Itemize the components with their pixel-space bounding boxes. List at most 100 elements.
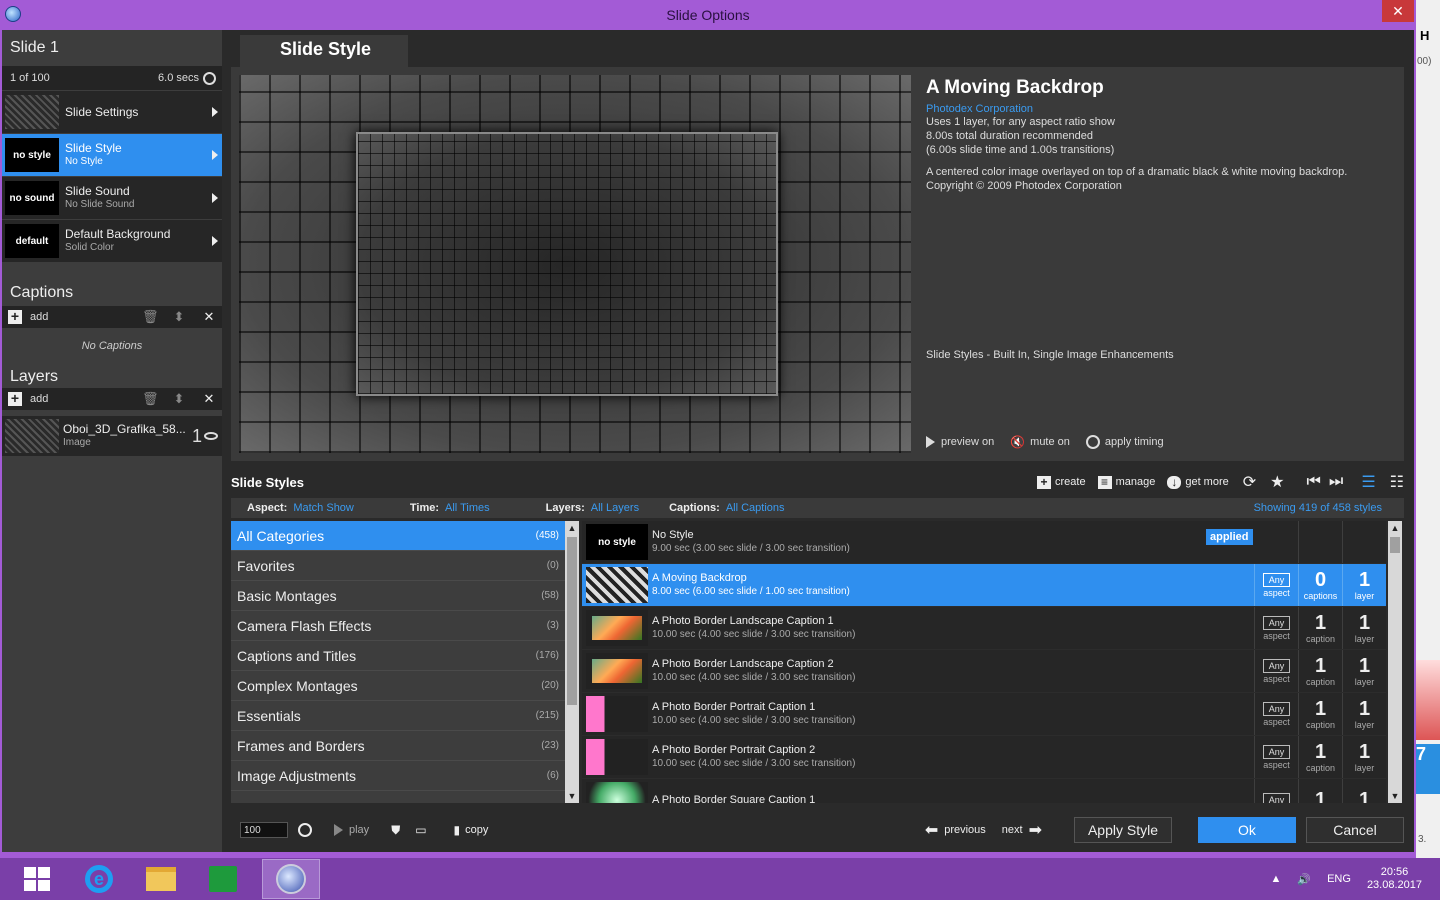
time-filter-value: All Times — [445, 502, 490, 514]
tools-icon[interactable]: ✕ — [202, 310, 216, 324]
category-list: All Categories (458) Favorites (0) Basic M… — [231, 521, 565, 803]
tools-icon[interactable]: ✕ — [202, 392, 216, 406]
ok-button[interactable]: Ok — [1198, 817, 1296, 843]
style-row-name: A Photo Border Portrait Caption 2 — [652, 744, 816, 756]
captions-filter-label: Captions: — [669, 502, 720, 514]
refresh-icon[interactable]: ⟳ — [1243, 472, 1256, 492]
play-button[interactable]: play — [334, 824, 369, 836]
bottom-bar: play ⛊ ▭ ▮ copy ⬅ previous next ➡ Apply … — [224, 812, 1414, 848]
tab-slide-style[interactable]: Slide Style — [240, 35, 408, 67]
chevron-right-icon — [212, 107, 218, 117]
list-view-icon[interactable]: ☷ — [1390, 472, 1404, 492]
category-item[interactable]: Essentials (215) — [231, 701, 565, 731]
captions-label: caption — [1305, 676, 1336, 687]
category-item[interactable]: Frames and Borders (23) — [231, 731, 565, 761]
style-row[interactable]: A Photo Border Landscape Caption 1 10.00… — [582, 607, 1386, 649]
shield-icon[interactable]: ⛊ — [391, 823, 405, 838]
file-explorer-button[interactable] — [136, 859, 186, 899]
apply-style-button[interactable]: Apply Style — [1074, 817, 1172, 843]
detail-view-icon[interactable]: ☰ — [1361, 472, 1375, 492]
slide-sound-row[interactable]: no sound Slide Sound No Slide Sound — [2, 177, 222, 219]
style-row[interactable]: A Photo Border Portrait Caption 2 10.00 … — [582, 736, 1386, 778]
slide-style-row[interactable]: no style Slide Style No Style — [2, 134, 222, 176]
mute-toggle[interactable]: 🔇 mute on — [1010, 435, 1070, 449]
chevron-up-icon[interactable]: ▲ — [1271, 873, 1282, 885]
previous-label: previous — [944, 824, 986, 836]
clock[interactable]: 20:56 23.08.2017 — [1367, 866, 1422, 892]
photodex-icon — [276, 864, 306, 894]
language-indicator[interactable]: ENG — [1327, 873, 1351, 885]
start-button[interactable] — [12, 859, 62, 899]
styles-scrollbar[interactable]: ▲ ▼ — [1388, 521, 1402, 803]
manage-styles-button[interactable]: ≡ manage — [1097, 475, 1155, 489]
last-icon[interactable]: ⏭ — [1329, 473, 1343, 491]
photodex-taskbar-button[interactable] — [262, 859, 320, 899]
chevron-up-icon[interactable]: ▲ — [565, 521, 579, 535]
layers-label: layer — [1354, 633, 1375, 644]
first-icon[interactable]: ⏮ — [1307, 473, 1321, 491]
trash-icon[interactable]: 🗑 — [142, 392, 159, 406]
apply-timing-toggle[interactable]: apply timing — [1085, 435, 1164, 449]
slide-options-window: Slide Options ✕ Slide 1 1 of 100 6.0 sec… — [0, 0, 1416, 858]
star-icon[interactable]: ★ — [1270, 472, 1284, 492]
scrollbar-thumb[interactable] — [567, 537, 577, 705]
slide-settings-row[interactable]: Slide Settings — [2, 91, 222, 133]
create-style-button[interactable]: + create — [1036, 475, 1086, 489]
scrollbar-thumb[interactable] — [1390, 537, 1400, 553]
category-item[interactable]: Basic Montages (58) — [231, 581, 565, 611]
zoom-input[interactable] — [240, 822, 288, 838]
category-item[interactable]: Captions and Titles (176) — [231, 641, 565, 671]
aspect-filter[interactable]: Aspect: Match Show — [247, 502, 354, 514]
captions-filter[interactable]: Captions: All Captions — [669, 502, 784, 514]
style-row[interactable]: A Photo Border Portrait Caption 1 10.00 … — [582, 693, 1386, 735]
eye-icon[interactable] — [204, 432, 218, 440]
next-button[interactable]: next ➡ — [1002, 820, 1042, 840]
reorder-icon[interactable]: ⬍ — [172, 392, 186, 406]
style-row[interactable]: A Photo Border Square Caption 1 Any 1 1 — [582, 779, 1386, 803]
internet-explorer-button[interactable]: e — [74, 859, 124, 899]
style-preview-canvas[interactable] — [239, 75, 911, 453]
get-more-button[interactable]: ↓ get more — [1167, 475, 1229, 489]
preview-toggle[interactable]: preview on — [926, 436, 994, 448]
chevron-up-icon[interactable]: ▲ — [1388, 521, 1402, 535]
style-row[interactable]: A Photo Border Landscape Caption 2 10.00… — [582, 650, 1386, 692]
aspect-value: Any — [1262, 793, 1291, 803]
add-layer-button[interactable]: add — [30, 393, 48, 405]
style-description: A centered color image overlayed on top … — [926, 166, 1348, 178]
plus-icon[interactable]: + — [8, 391, 22, 406]
category-item[interactable]: Camera Flash Effects (3) — [231, 611, 565, 641]
volume-icon[interactable]: 🔊 — [1297, 873, 1311, 886]
style-row[interactable]: A Moving Backdrop 8.00 sec (6.00 sec sli… — [582, 564, 1386, 606]
time-filter[interactable]: Time: All Times — [410, 502, 490, 514]
category-scrollbar[interactable]: ▲ ▼ — [565, 521, 579, 803]
title-bar[interactable]: Slide Options ✕ — [0, 0, 1416, 30]
reorder-icon[interactable]: ⬍ — [172, 310, 186, 324]
chevron-down-icon[interactable]: ▼ — [565, 789, 579, 803]
chevron-down-icon[interactable]: ▼ — [1388, 789, 1402, 803]
layers-filter[interactable]: Layers: All Layers — [546, 502, 639, 514]
cancel-button[interactable]: Cancel — [1306, 817, 1404, 843]
trash-icon[interactable]: 🗑 — [142, 310, 159, 324]
plus-icon[interactable]: + — [8, 309, 22, 324]
previous-button[interactable]: ⬅ previous — [925, 820, 986, 840]
category-item[interactable]: All Categories (458) — [231, 521, 565, 551]
layer-row[interactable]: Oboi_3D_Grafika_58... Image 1 — [2, 416, 222, 456]
default-background-row[interactable]: default Default Background Solid Color — [2, 220, 222, 262]
close-button[interactable]: ✕ — [1382, 0, 1414, 22]
style-name: A Moving Backdrop — [926, 77, 1104, 98]
style-row[interactable]: no style No Style 9.00 sec (3.00 sec sli… — [582, 521, 1386, 563]
add-caption-button[interactable]: add — [30, 311, 48, 323]
style-author-link[interactable]: Photodex Corporation — [926, 103, 1396, 115]
category-item[interactable]: Image Adjustments (6) — [231, 761, 565, 791]
slide-duration-group[interactable]: 6.0 secs — [158, 71, 216, 85]
search-icon[interactable] — [298, 823, 312, 837]
category-item[interactable]: Favorites (0) — [231, 551, 565, 581]
layers-count: 1 — [1358, 654, 1371, 677]
layers-count: 1 — [1358, 789, 1371, 803]
aspect-label: aspect — [1263, 759, 1290, 770]
store-button[interactable] — [198, 859, 248, 899]
category-item[interactable]: Complex Montages (20) — [231, 671, 565, 701]
aspect-label: aspect — [1263, 716, 1290, 727]
screen-icon[interactable]: ▭ — [415, 823, 431, 837]
copy-button[interactable]: ▮ copy — [454, 823, 489, 837]
